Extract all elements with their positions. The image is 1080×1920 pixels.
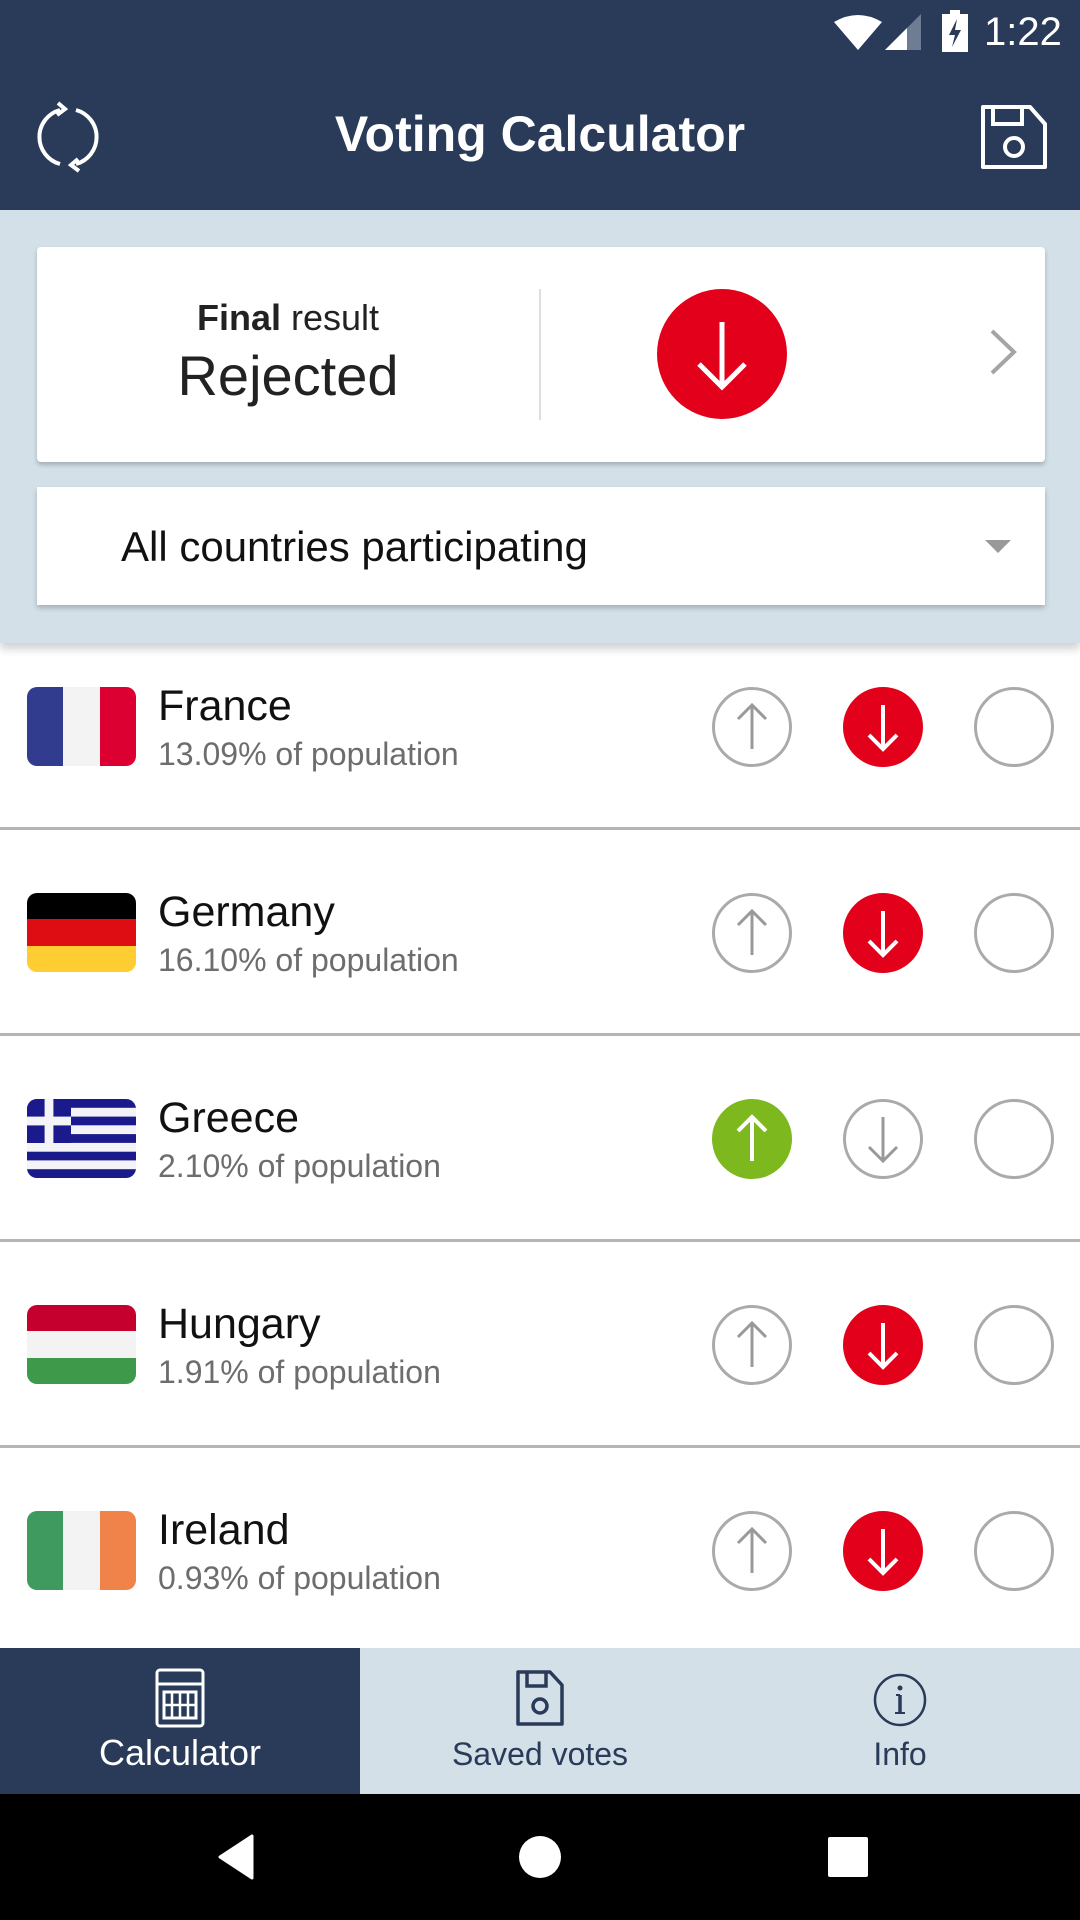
country-row-germany: Germany 16.10% of population bbox=[0, 830, 1080, 1036]
save-vote-button[interactable] bbox=[978, 102, 1050, 174]
final-result-label: Final result bbox=[37, 297, 539, 339]
country-population: 2.10% of population bbox=[158, 1148, 441, 1184]
tab-info[interactable]: Info bbox=[720, 1648, 1080, 1794]
country-row-hungary: Hungary 1.91% of population bbox=[0, 1242, 1080, 1448]
country-population: 13.09% of population bbox=[158, 736, 459, 772]
vote-no-button[interactable] bbox=[843, 1511, 923, 1591]
chevron-right-icon[interactable] bbox=[987, 327, 1019, 377]
arrow-down-icon bbox=[867, 705, 899, 752]
final-result-text: Final result Rejected bbox=[37, 247, 539, 462]
country-population: 1.91% of population bbox=[158, 1354, 441, 1390]
tab-label: Saved votes bbox=[451, 1736, 629, 1772]
flag-germany-icon bbox=[27, 893, 136, 972]
tab-calculator[interactable]: Calculator bbox=[0, 1648, 360, 1794]
country-list: France 13.09% of population Germany 16.1… bbox=[0, 624, 1080, 1654]
recents-icon[interactable] bbox=[823, 1832, 873, 1882]
country-name: Greece bbox=[158, 1094, 300, 1142]
tab-saved-votes[interactable]: Saved votes bbox=[360, 1648, 720, 1794]
country-row-ireland: Ireland 0.93% of population bbox=[0, 1448, 1080, 1654]
system-nav-bar bbox=[0, 1794, 1080, 1920]
vote-no-button[interactable] bbox=[843, 893, 923, 973]
back-icon[interactable] bbox=[212, 1832, 262, 1882]
flag-france-icon bbox=[27, 687, 136, 766]
flag-ireland-icon bbox=[27, 1511, 136, 1590]
arrow-up-icon bbox=[736, 1526, 768, 1573]
vote-abstain-button[interactable] bbox=[974, 687, 1054, 767]
country-row-france: France 13.09% of population bbox=[0, 624, 1080, 830]
home-icon[interactable] bbox=[515, 1832, 565, 1882]
wifi-icon bbox=[834, 15, 882, 50]
final-label-rest: result bbox=[280, 297, 380, 338]
page-title: Voting Calculator bbox=[334, 106, 746, 162]
final-result-card[interactable]: Final result Rejected bbox=[37, 247, 1045, 462]
vote-abstain-button[interactable] bbox=[974, 1511, 1054, 1591]
vote-yes-button[interactable] bbox=[712, 1099, 792, 1179]
result-panel: Final result Rejected All countries part… bbox=[0, 210, 1080, 643]
vote-no-button[interactable] bbox=[843, 1099, 923, 1179]
country-name: France bbox=[158, 682, 292, 730]
final-result-value: Rejected bbox=[177, 344, 399, 407]
country-population: 16.10% of population bbox=[158, 942, 459, 978]
arrow-up-icon bbox=[736, 702, 768, 749]
vote-yes-button[interactable] bbox=[712, 1511, 792, 1591]
vote-no-button[interactable] bbox=[843, 1305, 923, 1385]
country-name: Hungary bbox=[158, 1300, 321, 1348]
arrow-down-icon bbox=[867, 1117, 899, 1164]
vote-yes-button[interactable] bbox=[712, 687, 792, 767]
arrow-down-icon bbox=[867, 911, 899, 958]
arrow-down-icon bbox=[867, 1529, 899, 1576]
final-label-bold: Final bbox=[196, 297, 281, 338]
flag-hungary-icon bbox=[27, 1305, 136, 1384]
vote-abstain-button[interactable] bbox=[974, 1305, 1054, 1385]
country-row-greece: Greece 2.10% of population bbox=[0, 1036, 1080, 1242]
country-name: Germany bbox=[158, 888, 335, 936]
battery-charging-icon bbox=[942, 10, 968, 52]
flag-greece-icon bbox=[27, 1099, 136, 1178]
dropdown-selected-value: All countries participating bbox=[121, 523, 588, 570]
card-divider bbox=[539, 289, 541, 420]
bottom-nav: Calculator Saved votes Info bbox=[0, 1648, 1080, 1794]
country-population: 0.93% of population bbox=[158, 1560, 441, 1596]
vote-abstain-button[interactable] bbox=[974, 893, 1054, 973]
caret-down-icon bbox=[985, 540, 1011, 553]
save-icon bbox=[516, 1670, 564, 1726]
tab-label: Info bbox=[873, 1736, 927, 1772]
vote-yes-button[interactable] bbox=[712, 893, 792, 973]
save-icon bbox=[981, 105, 1047, 169]
vote-abstain-button[interactable] bbox=[974, 1099, 1054, 1179]
result-status-badge bbox=[657, 289, 787, 419]
tab-label: Calculator bbox=[98, 1732, 262, 1773]
vote-yes-button[interactable] bbox=[712, 1305, 792, 1385]
arrow-up-icon bbox=[736, 1114, 768, 1161]
app-bar: 1:22 Voting Calculator bbox=[0, 0, 1080, 210]
arrow-down-icon bbox=[867, 1323, 899, 1370]
info-icon bbox=[873, 1673, 927, 1727]
participation-dropdown[interactable]: All countries participating bbox=[37, 487, 1045, 605]
status-time: 1:22 bbox=[984, 10, 1062, 54]
country-name: Ireland bbox=[158, 1506, 290, 1554]
calculator-icon bbox=[155, 1668, 205, 1728]
cell-signal-icon bbox=[885, 14, 921, 50]
arrow-up-icon bbox=[736, 1320, 768, 1367]
arrow-down-icon bbox=[697, 322, 747, 391]
arrow-up-icon bbox=[736, 908, 768, 955]
vote-no-button[interactable] bbox=[843, 687, 923, 767]
